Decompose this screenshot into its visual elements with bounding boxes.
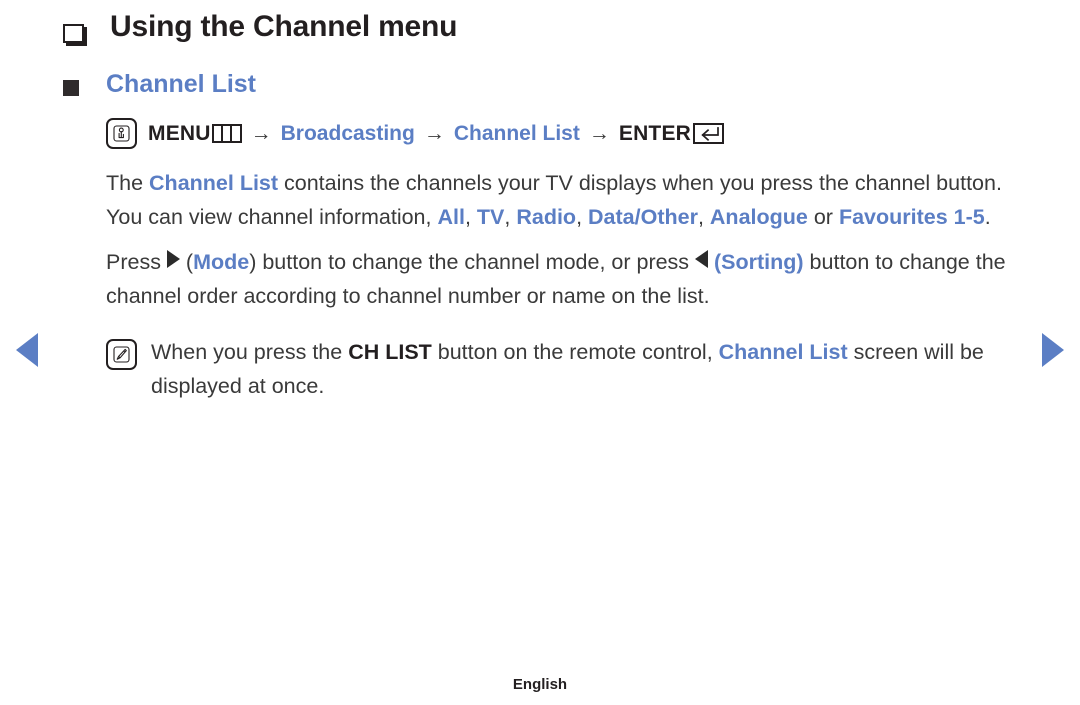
- p1-text-1: The: [106, 171, 150, 195]
- manual-page: Using the Channel menu Channel List MENU…: [0, 0, 1080, 705]
- p1-term-all: All: [437, 204, 465, 229]
- p2-text-3: ) button to change the channel mode, or …: [249, 250, 696, 274]
- p1-term-analogue: Analogue: [709, 204, 808, 229]
- filled-square-bullet-icon: [63, 79, 79, 96]
- p2-text-1: Press: [106, 250, 167, 274]
- note-text-2: button on the remote control,: [431, 340, 719, 364]
- note-term-ch-list: CH LIST: [348, 340, 432, 364]
- previous-page-arrow[interactable]: [16, 333, 38, 367]
- enter-label: ENTER: [618, 121, 692, 145]
- p2-term-mode: Mode: [193, 250, 250, 274]
- menu-step-broadcasting: Broadcasting: [280, 121, 415, 145]
- note-text: When you press the CH LIST button on the…: [151, 335, 1022, 403]
- section-title: Channel List: [106, 69, 257, 98]
- page-title-row: Using the Channel menu: [62, 8, 1022, 46]
- p1-text-7: or: [807, 204, 839, 229]
- oo-press-button-icon: [106, 118, 137, 149]
- paragraph-channel-list-description: The Channel List contains the channels y…: [106, 167, 1022, 234]
- paragraph-mode-sorting: Press (Mode) button to change the channe…: [106, 246, 1022, 313]
- enter-return-icon: [693, 123, 725, 144]
- p1-text-8: .: [984, 204, 991, 229]
- page-title: Using the Channel menu: [110, 10, 458, 43]
- p2-text-2: (: [179, 250, 194, 274]
- path-arrow-1: →: [250, 121, 272, 145]
- note-text-1: When you press the: [151, 340, 349, 364]
- next-page-arrow[interactable]: [1042, 333, 1064, 367]
- p1-term-data-other: Data/Other: [588, 204, 698, 229]
- footer-language-label: English: [512, 676, 568, 693]
- menu-step-channel-list: Channel List: [453, 121, 580, 145]
- triangle-left-icon: [695, 250, 709, 268]
- p1-text-3: ,: [464, 204, 477, 229]
- path-arrow-3: →: [588, 121, 610, 145]
- p1-term-radio: Radio: [516, 204, 577, 229]
- page-content: Using the Channel menu Channel List MENU…: [62, 8, 1022, 403]
- p1-text-6: ,: [697, 204, 710, 229]
- p1-text-4: ,: [504, 204, 517, 229]
- section-body: MENU → Broadcasting → Channel List → ENT…: [106, 118, 1022, 403]
- menu-path-breadcrumb: MENU → Broadcasting → Channel List → ENT…: [106, 118, 1022, 149]
- menu-label: MENU: [148, 121, 211, 145]
- hollow-square-bullet-icon: [63, 24, 84, 43]
- menu-grid-icon: [211, 124, 242, 143]
- p1-term-favourites: Favourites 1-5: [838, 204, 985, 229]
- p1-text-5: ,: [576, 204, 589, 229]
- section-title-row: Channel List: [62, 68, 1022, 101]
- note-pencil-icon: [106, 339, 137, 370]
- p1-term-tv: TV: [476, 204, 505, 229]
- p1-term-channel-list: Channel List: [149, 171, 279, 195]
- p2-term-sorting: (Sorting): [714, 250, 804, 274]
- triangle-right-icon: [166, 250, 180, 268]
- note-block: When you press the CH LIST button on the…: [106, 335, 1022, 403]
- note-term-channel-list: Channel List: [718, 340, 848, 364]
- path-arrow-2: →: [423, 121, 445, 145]
